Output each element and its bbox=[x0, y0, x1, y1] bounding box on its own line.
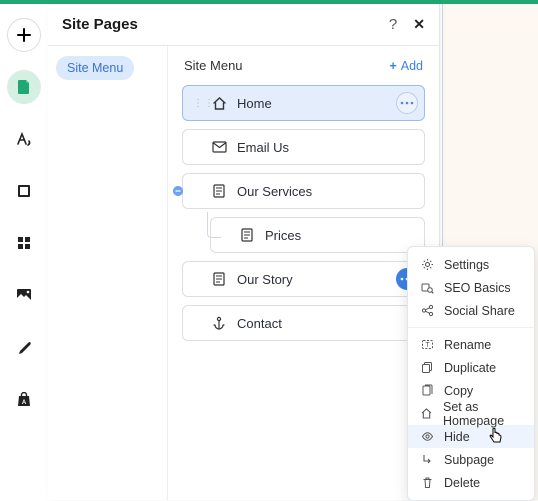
site-menu-tab[interactable]: Site Menu bbox=[56, 56, 134, 80]
pages-panel-button[interactable] bbox=[7, 70, 41, 104]
page-item-prices[interactable]: Prices bbox=[210, 217, 425, 253]
share-icon bbox=[420, 304, 434, 318]
image-icon bbox=[16, 287, 32, 303]
ctx-seo[interactable]: SEO Basics bbox=[408, 276, 534, 299]
page-icon bbox=[211, 183, 227, 199]
ctx-social[interactable]: Social Share bbox=[408, 299, 534, 322]
eye-icon bbox=[420, 430, 434, 444]
help-button[interactable]: ? bbox=[389, 16, 397, 33]
grid-icon bbox=[16, 235, 32, 251]
more-button[interactable] bbox=[396, 92, 418, 114]
theme-button[interactable] bbox=[7, 122, 41, 156]
page-context-menu: Settings SEO Basics Social Share T Renam… bbox=[407, 246, 535, 501]
page-icon bbox=[16, 79, 32, 95]
add-page-button[interactable]: + Add bbox=[389, 59, 423, 73]
ctx-label: Set as Homepage bbox=[443, 400, 522, 428]
add-label: Add bbox=[401, 59, 423, 73]
page-label: Contact bbox=[237, 316, 282, 331]
page-item-our-story[interactable]: Our Story bbox=[182, 261, 425, 297]
ctx-delete[interactable]: Delete bbox=[408, 471, 534, 494]
sections-button[interactable] bbox=[7, 174, 41, 208]
ctx-label: Duplicate bbox=[444, 361, 496, 375]
text-icon: T bbox=[420, 338, 434, 352]
ctx-label: Hide bbox=[444, 430, 470, 444]
apps-button[interactable] bbox=[7, 226, 41, 260]
shopping-bag-icon: A bbox=[16, 391, 32, 407]
envelope-icon bbox=[211, 139, 227, 155]
close-button[interactable]: ✕ bbox=[413, 16, 425, 33]
svg-text:A: A bbox=[22, 400, 27, 406]
ctx-label: Delete bbox=[444, 476, 480, 490]
left-rail: A bbox=[0, 4, 48, 500]
trash-icon bbox=[420, 476, 434, 490]
square-icon bbox=[16, 183, 32, 199]
page-label: Prices bbox=[265, 228, 301, 243]
plus-icon: + bbox=[389, 59, 396, 73]
add-element-button[interactable] bbox=[7, 18, 41, 52]
collapse-toggle[interactable] bbox=[173, 186, 183, 196]
tree-line bbox=[207, 212, 221, 238]
home-icon bbox=[211, 95, 227, 111]
plus-icon bbox=[16, 27, 32, 43]
site-menu-heading: Site Menu bbox=[184, 58, 243, 73]
home-icon bbox=[420, 407, 433, 421]
panel-header: Site Pages ? ✕ bbox=[48, 4, 439, 46]
store-button[interactable]: A bbox=[7, 382, 41, 416]
svg-text:T: T bbox=[425, 342, 430, 349]
page-item-home[interactable]: ⋮⋮ Home bbox=[182, 85, 425, 121]
page-label: Our Services bbox=[237, 184, 312, 199]
ctx-label: Subpage bbox=[444, 453, 494, 467]
gear-icon bbox=[420, 258, 434, 272]
ctx-rename[interactable]: T Rename bbox=[408, 333, 534, 356]
copy-icon bbox=[420, 384, 434, 398]
page-label: Our Story bbox=[237, 272, 293, 287]
drag-handle-icon[interactable]: ⋮⋮ bbox=[193, 101, 201, 106]
ctx-label: Copy bbox=[444, 384, 473, 398]
ctx-subpage[interactable]: Subpage bbox=[408, 448, 534, 471]
panel-main: Site Menu + Add ⋮⋮ Home bbox=[168, 46, 439, 500]
blog-button[interactable] bbox=[7, 330, 41, 364]
panel-sidebar: Site Menu bbox=[48, 46, 168, 500]
media-button[interactable] bbox=[7, 278, 41, 312]
ctx-label: Rename bbox=[444, 338, 491, 352]
page-item-email-us[interactable]: Email Us bbox=[182, 129, 425, 165]
page-icon bbox=[211, 271, 227, 287]
seo-icon bbox=[420, 281, 434, 295]
duplicate-icon bbox=[420, 361, 434, 375]
ctx-hide[interactable]: Hide bbox=[408, 425, 534, 448]
page-label: Email Us bbox=[237, 140, 289, 155]
page-item-contact[interactable]: Contact bbox=[182, 305, 425, 341]
ctx-label: SEO Basics bbox=[444, 281, 511, 295]
anchor-icon bbox=[211, 315, 227, 331]
ctx-set-homepage[interactable]: Set as Homepage bbox=[408, 402, 534, 425]
page-icon bbox=[239, 227, 255, 243]
ctx-label: Social Share bbox=[444, 304, 515, 318]
site-pages-panel: Site Pages ? ✕ Site Menu Site Menu + Add… bbox=[48, 4, 440, 500]
panel-title: Site Pages bbox=[62, 16, 138, 33]
subpage-icon bbox=[420, 453, 434, 467]
ctx-settings[interactable]: Settings bbox=[408, 253, 534, 276]
letter-brush-icon bbox=[16, 131, 32, 147]
pen-icon bbox=[16, 339, 32, 355]
ctx-duplicate[interactable]: Duplicate bbox=[408, 356, 534, 379]
page-item-our-services[interactable]: Our Services bbox=[182, 173, 425, 209]
ctx-label: Settings bbox=[444, 258, 489, 272]
page-label: Home bbox=[237, 96, 272, 111]
